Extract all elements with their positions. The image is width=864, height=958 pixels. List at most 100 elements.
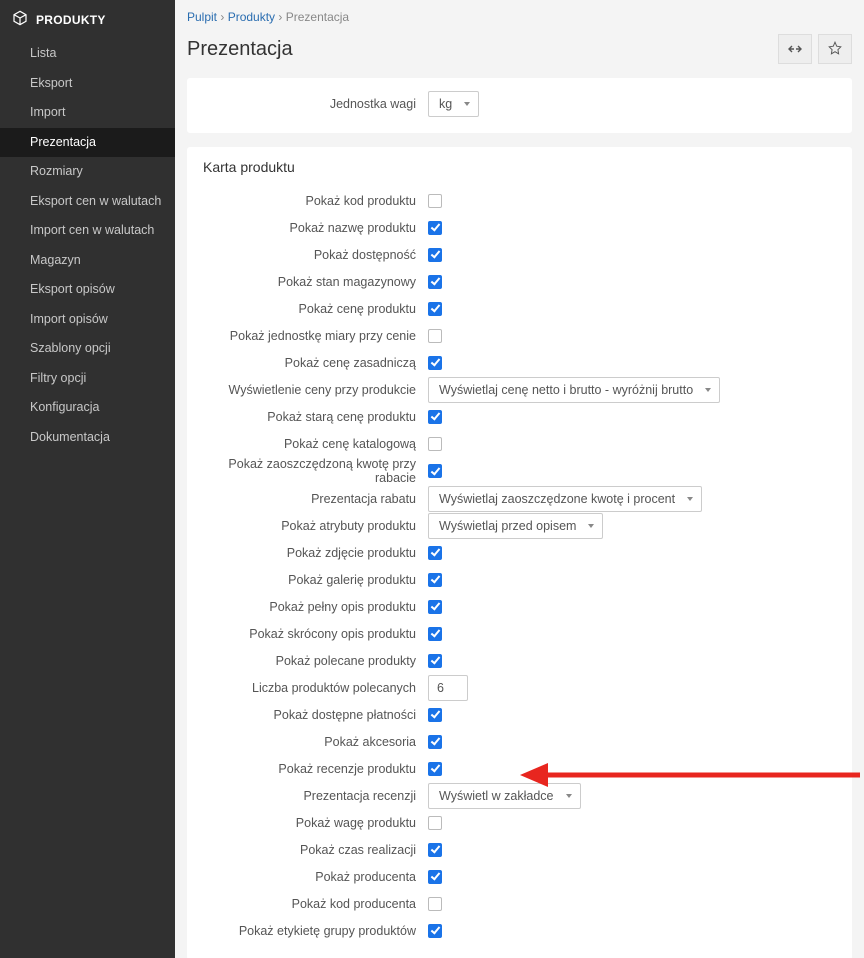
sidebar-item-4[interactable]: Rozmiary — [0, 157, 175, 187]
checkbox[interactable] — [428, 356, 442, 370]
panel-weight-unit: Jednostka wagi kg — [187, 78, 852, 133]
star-icon — [828, 41, 842, 58]
sidebar-item-7[interactable]: Magazyn — [0, 246, 175, 276]
sidebar-item-6[interactable]: Import cen w walutach — [0, 216, 175, 246]
checkbox[interactable] — [428, 248, 442, 262]
favorite-button[interactable] — [818, 34, 852, 64]
sidebar-item-12[interactable]: Konfiguracja — [0, 393, 175, 423]
form-label: Pokaż polecane produkty — [203, 654, 428, 668]
checkbox[interactable] — [428, 762, 442, 776]
page-header: Prezentacja — [187, 34, 852, 64]
sidebar-item-1[interactable]: Eksport — [0, 69, 175, 99]
checkbox[interactable] — [428, 924, 442, 938]
form-row-23: Pokaż wagę produktu — [203, 809, 836, 836]
box-icon — [12, 10, 28, 29]
checkbox[interactable] — [428, 302, 442, 316]
checkbox[interactable] — [428, 600, 442, 614]
chevron-down-icon — [687, 497, 693, 501]
sidebar-item-9[interactable]: Import opisów — [0, 305, 175, 335]
form-label: Pokaż starą cenę produktu — [203, 410, 428, 424]
form-row-12: Pokaż atrybuty produktuWyświetlaj przed … — [203, 512, 836, 539]
expand-button[interactable] — [778, 34, 812, 64]
form-row-2: Pokaż dostępność — [203, 241, 836, 268]
select[interactable]: Wyświetlaj cenę netto i brutto - wyróżni… — [428, 377, 720, 403]
checkbox[interactable] — [428, 816, 442, 830]
checkbox[interactable] — [428, 627, 442, 641]
checkbox[interactable] — [428, 546, 442, 560]
row-weight-unit: Jednostka wagi kg — [203, 90, 836, 117]
form-row-3: Pokaż stan magazynowy — [203, 268, 836, 295]
form-row-26: Pokaż kod producenta — [203, 890, 836, 917]
form-label: Pokaż producenta — [203, 870, 428, 884]
form-label: Pokaż recenzje produktu — [203, 762, 428, 776]
form-label: Pokaż zaoszczędzoną kwotę przy rabacie — [203, 457, 428, 485]
checkbox[interactable] — [428, 573, 442, 587]
form-row-25: Pokaż producenta — [203, 863, 836, 890]
form-label: Pokaż zdjęcie produktu — [203, 546, 428, 560]
form-row-17: Pokaż polecane produkty — [203, 647, 836, 674]
form-label: Pokaż pełny opis produktu — [203, 600, 428, 614]
sidebar-item-2[interactable]: Import — [0, 98, 175, 128]
form-row-0: Pokaż kod produktu — [203, 187, 836, 214]
select[interactable]: Wyświetlaj przed opisem — [428, 513, 603, 539]
sidebar-item-10[interactable]: Szablony opcji — [0, 334, 175, 364]
checkbox[interactable] — [428, 654, 442, 668]
breadcrumb-link-produkty[interactable]: Produkty — [228, 10, 275, 24]
checkbox[interactable] — [428, 221, 442, 235]
form-row-14: Pokaż galerię produktu — [203, 566, 836, 593]
main-content: Pulpit › Produkty › Prezentacja Prezenta… — [175, 0, 864, 958]
sidebar-item-8[interactable]: Eksport opisów — [0, 275, 175, 305]
breadcrumb: Pulpit › Produkty › Prezentacja — [187, 8, 852, 34]
checkbox[interactable] — [428, 329, 442, 343]
form-label: Pokaż dostępność — [203, 248, 428, 262]
form-label: Pokaż jednostkę miary przy cenie — [203, 329, 428, 343]
select[interactable]: Wyświetlaj zaoszczędzone kwotę i procent — [428, 486, 702, 512]
chevron-down-icon — [705, 388, 711, 392]
form-label: Prezentacja rabatu — [203, 492, 428, 506]
form-label: Pokaż wagę produktu — [203, 816, 428, 830]
form-row-7: Wyświetlenie ceny przy produkcieWyświetl… — [203, 376, 836, 403]
sidebar-item-0[interactable]: Lista — [0, 39, 175, 69]
panel-product-card: Karta produktu Pokaż kod produktuPokaż n… — [187, 147, 852, 958]
checkbox[interactable] — [428, 843, 442, 857]
text-input[interactable] — [428, 675, 468, 701]
form-label: Wyświetlenie ceny przy produkcie — [203, 383, 428, 397]
select[interactable]: Wyświetl w zakładce — [428, 783, 581, 809]
form-label: Prezentacja recenzji — [203, 789, 428, 803]
sidebar-title-text: PRODUKTY — [36, 13, 106, 27]
sidebar-title: PRODUKTY — [0, 4, 175, 39]
form-label: Pokaż nazwę produktu — [203, 221, 428, 235]
header-actions — [778, 34, 852, 64]
form-row-20: Pokaż akcesoria — [203, 728, 836, 755]
sidebar-nav-list: ListaEksportImportPrezentacjaRozmiaryEks… — [0, 39, 175, 452]
checkbox[interactable] — [428, 870, 442, 884]
form-label: Pokaż stan magazynowy — [203, 275, 428, 289]
sidebar-item-3[interactable]: Prezentacja — [0, 128, 175, 158]
select-weight-unit[interactable]: kg — [428, 91, 479, 117]
form-label: Pokaż czas realizacji — [203, 843, 428, 857]
form-label: Pokaż skrócony opis produktu — [203, 627, 428, 641]
form-label: Pokaż kod producenta — [203, 897, 428, 911]
arrows-horizontal-icon — [788, 42, 802, 57]
form-row-18: Liczba produktów polecanych — [203, 674, 836, 701]
form-row-15: Pokaż pełny opis produktu — [203, 593, 836, 620]
form-label: Pokaż galerię produktu — [203, 573, 428, 587]
breadcrumb-link-pulpit[interactable]: Pulpit — [187, 10, 217, 24]
form-row-9: Pokaż cenę katalogową — [203, 430, 836, 457]
form-row-6: Pokaż cenę zasadniczą — [203, 349, 836, 376]
checkbox[interactable] — [428, 194, 442, 208]
chevron-down-icon — [464, 102, 470, 106]
checkbox[interactable] — [428, 464, 442, 478]
sidebar-item-5[interactable]: Eksport cen w walutach — [0, 187, 175, 217]
form-label: Pokaż etykietę grupy produktów — [203, 924, 428, 938]
checkbox[interactable] — [428, 708, 442, 722]
sidebar-item-13[interactable]: Dokumentacja — [0, 423, 175, 453]
checkbox[interactable] — [428, 897, 442, 911]
form-label: Pokaż cenę katalogową — [203, 437, 428, 451]
checkbox[interactable] — [428, 410, 442, 424]
sidebar-item-11[interactable]: Filtry opcji — [0, 364, 175, 394]
checkbox[interactable] — [428, 275, 442, 289]
checkbox[interactable] — [428, 437, 442, 451]
checkbox[interactable] — [428, 735, 442, 749]
breadcrumb-current: Prezentacja — [286, 10, 349, 24]
